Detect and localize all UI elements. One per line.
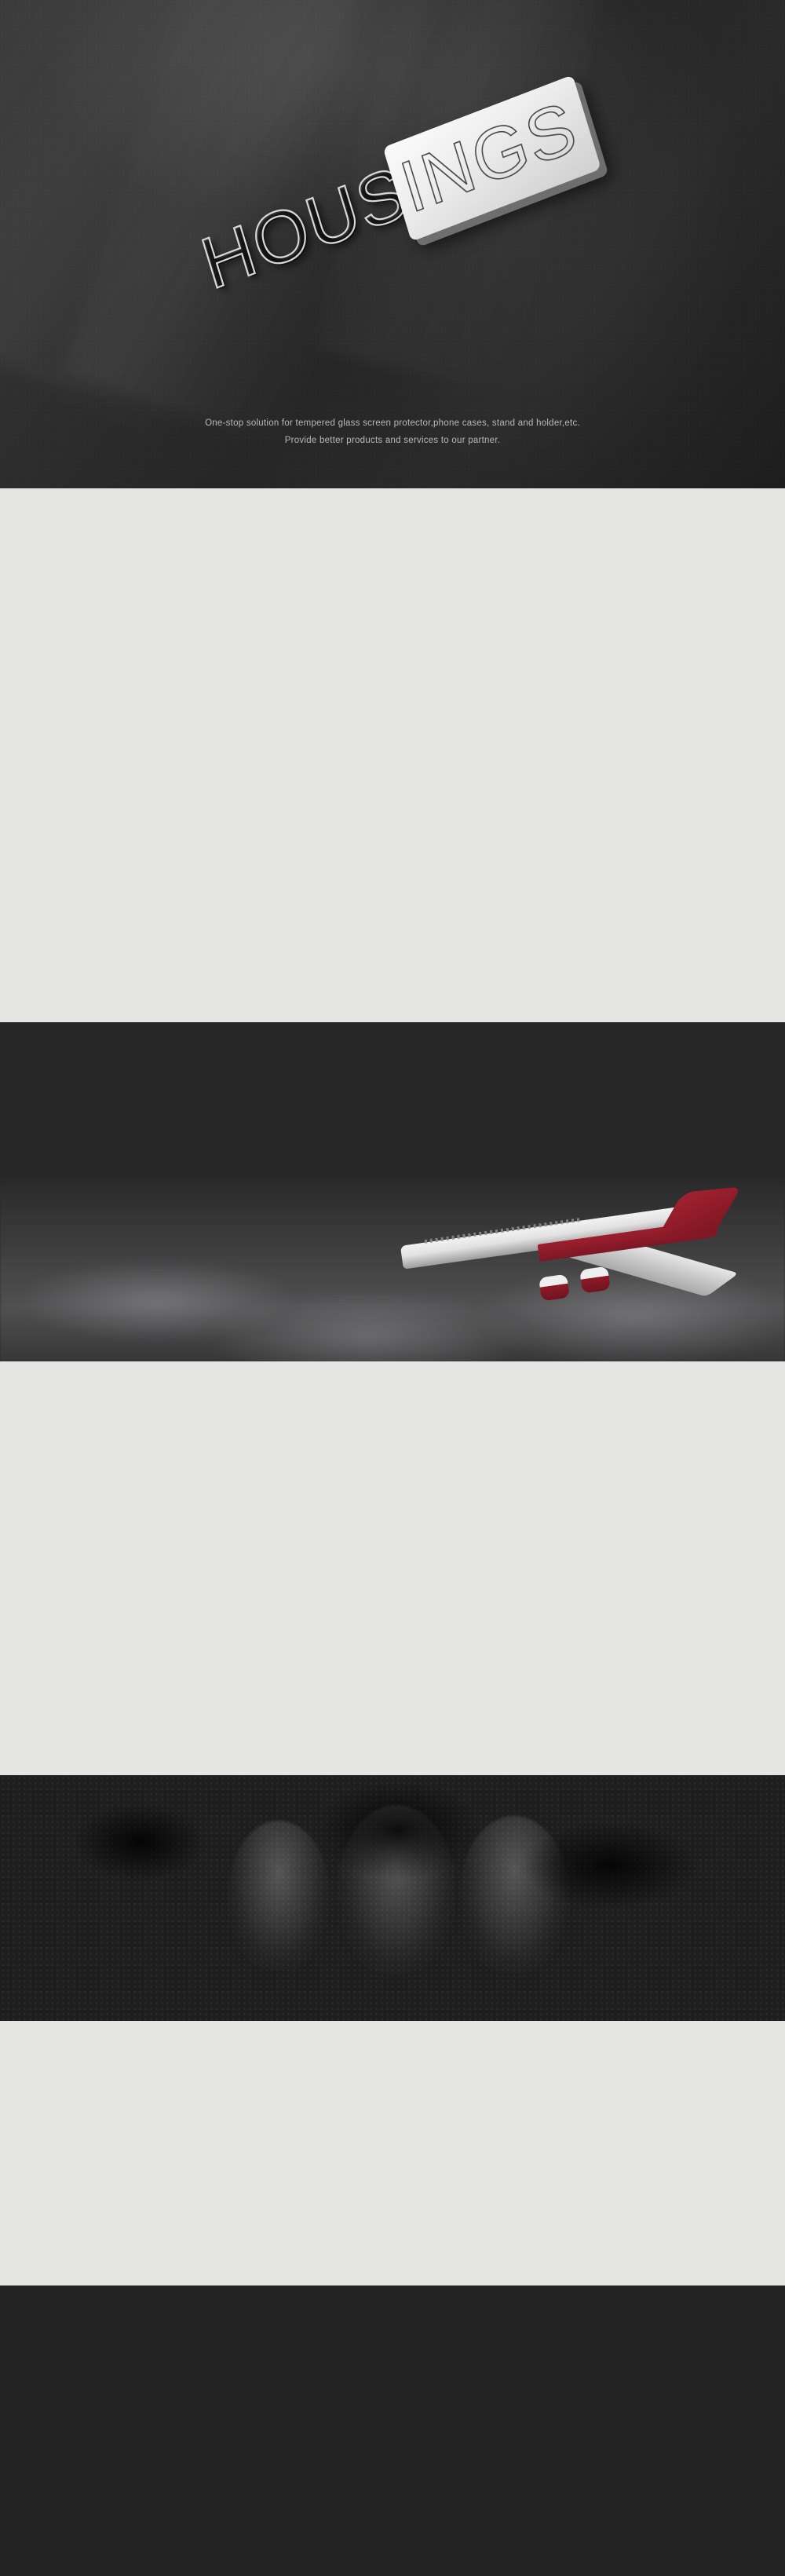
logo-text-plate: INGS: [382, 74, 601, 242]
shopping-guide-section: /Shopping Guide 1.Place more than one or…: [0, 1022, 785, 1361]
after-sale-background: [0, 1775, 785, 2021]
after-sale-section: /After-sale Dear friends Please feel fre…: [0, 1775, 785, 2021]
logo-text-left: HOUS: [192, 150, 418, 305]
feedback-section: /Feedback If you are satisfied with your…: [0, 2286, 785, 2576]
shipping-choice-section: /Shipping choice Shipping Method Trackin…: [0, 1361, 785, 1775]
hero-tagline: One-stop solution for tempered glass scr…: [0, 415, 785, 449]
product-description-page: HOUSINGS One-stop solution for tempered …: [0, 0, 785, 2576]
hero-tagline-line-1: One-stop solution for tempered glass scr…: [205, 418, 580, 428]
hero-banner: HOUSINGS One-stop solution for tempered …: [0, 0, 785, 488]
order-tax-fee-section: /Order Tax Fee Services We will declare …: [0, 2021, 785, 2286]
guide-background: [0, 1022, 785, 1361]
about-us-section: /About Us Core Competence Professional P…: [0, 488, 785, 1022]
brand-logo: HOUSINGS: [0, 0, 785, 369]
hero-tagline-line-2: Provide better products and services to …: [284, 436, 501, 445]
airplane-graphic: [392, 1183, 754, 1302]
